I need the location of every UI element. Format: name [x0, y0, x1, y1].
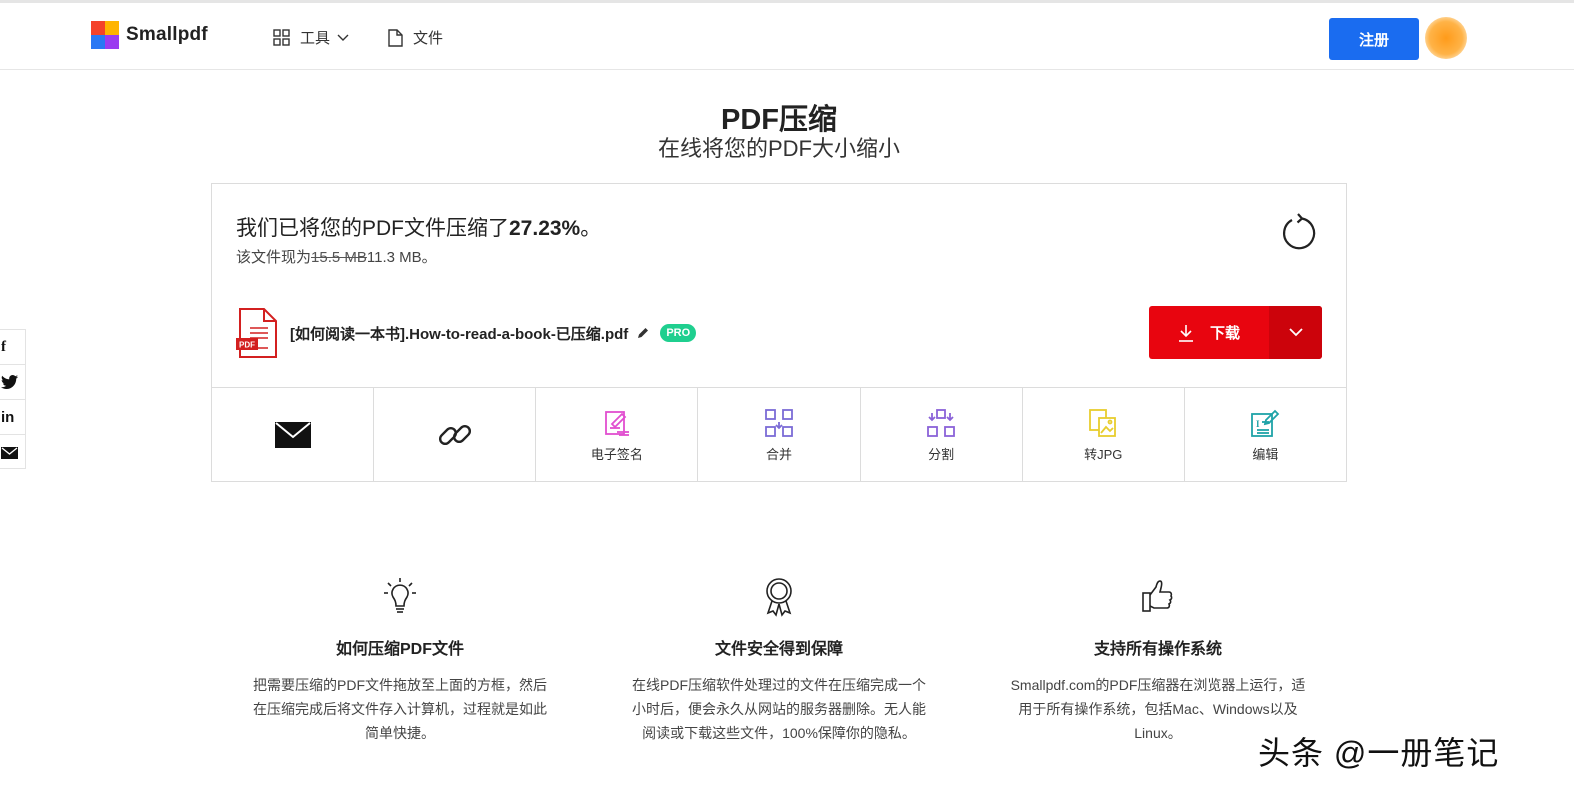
thumbs-up-icon [1142, 580, 1173, 612]
split-label: 分割 [928, 446, 955, 462]
new-size: 11.3 MB [366, 249, 422, 266]
edit-action[interactable]: I 编辑 [1183, 388, 1346, 482]
merge-action[interactable]: 合并 [697, 388, 859, 482]
size-prefix: 该文件现为 [236, 249, 312, 266]
chevron-down-icon [1288, 328, 1303, 337]
pencil-icon[interactable] [636, 326, 650, 340]
nav-tools-label: 工具 [300, 30, 331, 47]
pdf-file-icon: PDF [236, 308, 277, 358]
envelope-icon [274, 422, 311, 448]
feature-platforms: 支持所有操作系统 Smallpdf.com的PDF压缩器在浏览器上运行，适用于所… [998, 575, 1318, 745]
split-icon [927, 408, 956, 437]
jpg-icon [1089, 408, 1117, 437]
esign-icon [604, 410, 629, 436]
result-panel: 我们已将您的PDF文件压缩了27.23%。 该文件现为15.5 MB11.3 M… [211, 183, 1347, 482]
merge-icon [765, 408, 793, 437]
social-share-bar: f in [0, 329, 26, 469]
document-icon [388, 28, 403, 47]
download-button[interactable]: 下载 [1149, 306, 1322, 359]
feature-security: 文件安全得到保障 在线PDF压缩软件处理过的文件在压缩完成一个小时后，便会永久从… [619, 575, 939, 745]
download-icon [1178, 324, 1193, 342]
award-icon [766, 578, 792, 617]
watermark: 头条 @一册笔记 [1258, 735, 1500, 771]
feature-text: 在线PDF压缩软件处理过的文件在压缩完成一个小时后，便会永久从网站的服务器删除。… [632, 677, 926, 741]
esign-label: 电子签名 [590, 446, 643, 462]
result-headline: 我们已将您的PDF文件压缩了27.23%。 [236, 212, 601, 242]
action-bar: 电子签名 合并 分割 转JPG I 编辑 [212, 387, 1346, 482]
pdf-icon-label: PDF [239, 341, 255, 350]
link-icon [438, 424, 471, 446]
nav-files-link[interactable]: 文件 [388, 27, 443, 48]
logo-mark-icon [91, 21, 119, 49]
download-main[interactable]: 下载 [1149, 306, 1269, 359]
file-name: [如何阅读一本书].How-to-read-a-book-已压缩.pdf [290, 325, 629, 343]
feature-title: 支持所有操作系统 [1093, 641, 1222, 658]
old-size: 15.5 MB [311, 249, 367, 266]
smallpdf-logo[interactable]: Smallpdf [91, 21, 208, 49]
share-linkedin[interactable]: in [0, 400, 25, 435]
avatar[interactable] [1425, 17, 1467, 59]
svg-text:I: I [1256, 419, 1260, 429]
download-options-toggle[interactable] [1269, 306, 1322, 359]
grid-icon [273, 29, 290, 46]
chevron-down-icon [337, 34, 349, 41]
compression-percent: 27.23% [509, 217, 581, 240]
share-link-action[interactable] [373, 388, 535, 482]
top-bar: Smallpdf 工具 文件 注册 [0, 0, 1574, 70]
facebook-icon: f [1, 338, 6, 355]
linkedin-icon: in [1, 408, 15, 426]
feature-title: 文件安全得到保障 [714, 641, 843, 658]
feature-text: 把需要压缩的PDF文件拖放至上面的方框，然后在压缩完成后将文件存入计算机，过程就… [253, 677, 547, 741]
nav-files-label: 文件 [413, 30, 444, 47]
file-row: PDF [如何阅读一本书].How-to-read-a-book-已压缩.pdf… [236, 308, 697, 358]
nav-tools-menu[interactable]: 工具 [273, 27, 359, 48]
size-suffix: 。 [421, 249, 437, 266]
pro-badge: PRO [660, 324, 697, 342]
edit-label: 编辑 [1252, 446, 1279, 462]
share-twitter[interactable] [0, 365, 25, 400]
share-email[interactable] [0, 435, 25, 470]
restart-icon[interactable] [1278, 212, 1318, 252]
share-email-action[interactable] [212, 388, 373, 482]
download-label: 下载 [1209, 325, 1240, 342]
split-action[interactable]: 分割 [859, 388, 1022, 482]
feature-title: 如何压缩PDF文件 [335, 641, 464, 658]
mail-icon [1, 446, 18, 459]
feature-how-to: 如何压缩PDF文件 把需要压缩的PDF文件拖放至上面的方框，然后在压缩完成后将文… [240, 575, 560, 745]
page-subtitle: 在线将您的PDF大小缩小 [657, 136, 900, 161]
brand-name: Smallpdf [126, 24, 208, 45]
result-headline-prefix: 我们已将您的PDF文件压缩了 [236, 217, 509, 240]
to-jpg-label: 转JPG [1084, 446, 1123, 462]
share-facebook[interactable]: f [0, 330, 25, 365]
twitter-icon [1, 375, 18, 389]
esign-action[interactable]: 电子签名 [535, 388, 697, 482]
edit-pdf-icon: I [1251, 409, 1280, 437]
signup-button[interactable]: 注册 [1329, 18, 1419, 60]
result-size: 该文件现为15.5 MB11.3 MB。 [236, 246, 437, 267]
lightbulb-icon [384, 578, 416, 613]
result-headline-suffix: 。 [580, 217, 602, 240]
merge-label: 合并 [765, 446, 792, 462]
to-jpg-action[interactable]: 转JPG [1021, 388, 1184, 482]
